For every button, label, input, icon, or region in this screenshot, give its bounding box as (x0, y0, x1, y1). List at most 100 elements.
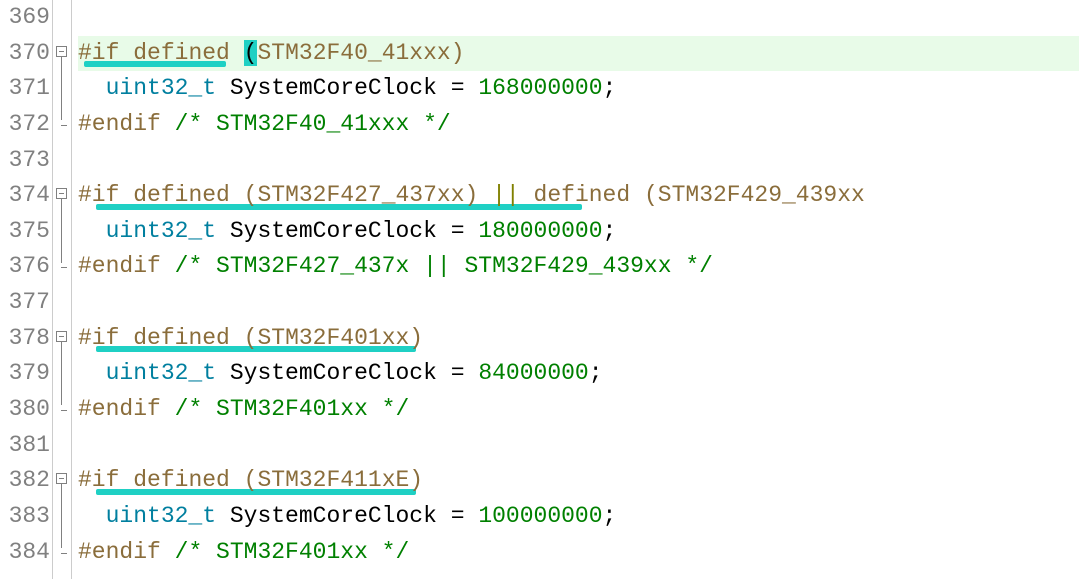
code-line[interactable]: uint32_t SystemCoreClock = 84000000; (78, 356, 1079, 392)
line-number: 378 (0, 321, 50, 357)
code-token (161, 396, 175, 422)
code-token (161, 539, 175, 565)
code-token (119, 325, 133, 351)
line-number: 369 (0, 0, 50, 36)
line-number-gutter: 3693703713723733743753763773783793803813… (0, 0, 53, 579)
fold-toggle-icon[interactable] (56, 46, 67, 57)
code-token: defined (133, 325, 230, 351)
code-token: ( (244, 40, 258, 66)
code-token: ; (603, 75, 617, 101)
code-line[interactable]: #endif /* STM32F427_437x || STM32F429_43… (78, 249, 1079, 285)
code-token (520, 182, 534, 208)
code-token (161, 253, 175, 279)
fold-toggle-icon[interactable] (56, 331, 67, 342)
code-line[interactable] (78, 285, 1079, 321)
fold-end-icon (61, 267, 67, 268)
code-token: = (437, 218, 478, 244)
code-line[interactable]: #if defined (STM32F427_437xx) || defined… (78, 178, 1079, 214)
code-line[interactable] (78, 428, 1079, 464)
code-token: #endif (78, 396, 161, 422)
code-line[interactable]: #if defined (STM32F411xE) (78, 463, 1079, 499)
fold-guide (61, 199, 62, 262)
code-token: /* STM32F427_437x || STM32F429_439xx */ (175, 253, 713, 279)
code-token (78, 289, 92, 315)
code-token: #if (78, 467, 119, 493)
code-token (216, 360, 230, 386)
code-token (119, 40, 133, 66)
fold-toggle-icon[interactable] (56, 188, 67, 199)
code-line[interactable]: #endif /* STM32F401xx */ (78, 392, 1079, 428)
code-token: /* STM32F40_41xxx */ (175, 111, 451, 137)
code-token: || (492, 182, 520, 208)
code-token (78, 360, 106, 386)
code-token: (STM32F411xE) (244, 467, 423, 493)
line-number: 379 (0, 356, 50, 392)
fold-column[interactable] (53, 0, 72, 579)
line-number: 377 (0, 285, 50, 321)
code-token: #endif (78, 539, 161, 565)
code-line[interactable] (78, 0, 1079, 36)
line-number: 373 (0, 143, 50, 179)
line-number: 375 (0, 214, 50, 250)
fold-guide (61, 57, 62, 120)
line-number: 371 (0, 71, 50, 107)
code-token: defined (133, 40, 230, 66)
code-token: #if (78, 325, 119, 351)
code-line[interactable]: uint32_t SystemCoreClock = 180000000; (78, 214, 1079, 250)
fold-guide (61, 342, 62, 405)
code-token: /* STM32F401xx */ (175, 396, 410, 422)
code-line[interactable]: #if defined (STM32F401xx) (78, 321, 1079, 357)
fold-toggle-icon[interactable] (56, 473, 67, 484)
code-token: uint32_t (106, 360, 216, 386)
code-token: uint32_t (106, 503, 216, 529)
line-number: 376 (0, 249, 50, 285)
code-token: defined (534, 182, 631, 208)
code-line[interactable]: #endif /* STM32F40_41xxx */ (78, 107, 1079, 143)
code-token: ; (589, 360, 603, 386)
code-token (161, 111, 175, 137)
code-token (230, 467, 244, 493)
code-token: #if (78, 182, 119, 208)
code-token (230, 325, 244, 351)
code-line[interactable]: #endif /* STM32F401xx */ (78, 535, 1079, 571)
code-token: #endif (78, 253, 161, 279)
code-token (78, 218, 106, 244)
code-token (216, 503, 230, 529)
code-token: defined (133, 182, 230, 208)
code-token (630, 182, 644, 208)
line-number: 380 (0, 392, 50, 428)
code-editor[interactable]: 3693703713723733743753763773783793803813… (0, 0, 1079, 579)
fold-end-icon (61, 125, 67, 126)
code-token (78, 75, 106, 101)
code-area[interactable]: #if defined (STM32F40_41xxx) uint32_t Sy… (72, 0, 1079, 579)
code-token: = (437, 75, 478, 101)
code-token (78, 147, 92, 173)
code-token: STM32F40_41xxx) (257, 40, 464, 66)
code-token (216, 218, 230, 244)
code-line[interactable]: #if defined (STM32F40_41xxx) (78, 36, 1079, 72)
code-token: = (437, 360, 478, 386)
line-number: 370 (0, 36, 50, 72)
code-token: /* STM32F401xx */ (175, 539, 410, 565)
code-token: SystemCoreClock (230, 360, 437, 386)
code-token: uint32_t (106, 75, 216, 101)
code-token: (STM32F429_439xx (644, 182, 865, 208)
code-token: ; (603, 218, 617, 244)
code-token: 168000000 (478, 75, 602, 101)
code-token (119, 467, 133, 493)
code-token: #endif (78, 111, 161, 137)
code-token (478, 182, 492, 208)
line-number: 384 (0, 535, 50, 571)
code-line[interactable]: uint32_t SystemCoreClock = 168000000; (78, 71, 1079, 107)
line-number: 372 (0, 107, 50, 143)
code-token (119, 182, 133, 208)
code-token: #if (78, 40, 119, 66)
code-token: uint32_t (106, 218, 216, 244)
code-token (78, 4, 92, 30)
code-token: SystemCoreClock (230, 503, 437, 529)
code-token: (STM32F427_437xx) (244, 182, 479, 208)
code-line[interactable] (78, 143, 1079, 179)
code-line[interactable]: uint32_t SystemCoreClock = 100000000; (78, 499, 1079, 535)
code-token (230, 182, 244, 208)
line-number: 383 (0, 499, 50, 535)
